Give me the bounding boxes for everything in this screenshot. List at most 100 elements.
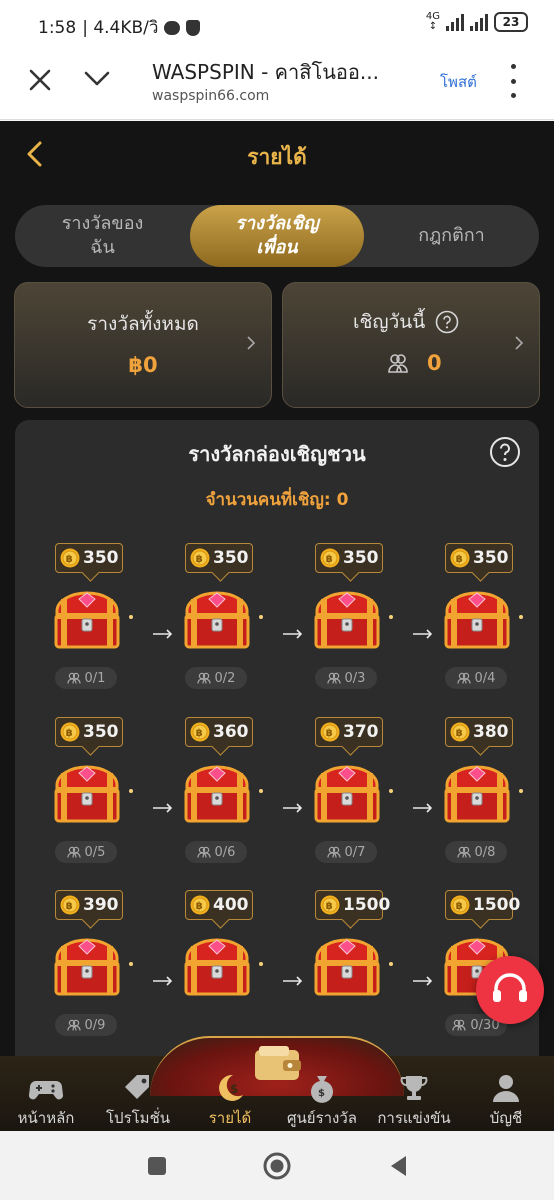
invite-box-panel: รางวัลกล่องเชิญชวน จำนวนคนที่เชิญ: 0 ฿ 35… <box>15 420 539 1131</box>
arrow-right-icon <box>153 803 173 813</box>
app-header: รายได้ <box>0 121 554 189</box>
chest-item[interactable]: ฿ 370 0/7 <box>307 717 397 877</box>
chest-item[interactable]: ฿ 400 <box>177 890 267 1050</box>
sparkle-icon <box>259 962 263 966</box>
treasure-chest-icon <box>314 765 380 823</box>
sparkle-icon <box>259 789 263 793</box>
coin-icon: ฿ <box>60 895 80 915</box>
tab-rules[interactable]: กฎกติกา <box>364 205 539 267</box>
invite-progress: 0/2 <box>185 667 247 689</box>
url-text[interactable]: waspspin66.com <box>152 88 269 104</box>
reward-badge: ฿ 1500 <box>315 890 390 920</box>
coin-icon: ฿ <box>320 895 340 915</box>
invite-progress: 0/6 <box>185 841 247 863</box>
help-icon[interactable] <box>435 310 459 334</box>
more-icon[interactable] <box>506 64 520 98</box>
chest-item[interactable]: ฿ 380 0/8 <box>437 717 527 877</box>
tab-invite-rewards[interactable]: รางวัลเชิญ เพื่อน <box>190 205 364 267</box>
svg-text:฿: ฿ <box>66 728 73 739</box>
arrow-right-icon <box>413 976 433 986</box>
support-button[interactable] <box>476 956 544 1024</box>
coin-icon: ฿ <box>60 722 80 742</box>
arrow-right-icon <box>283 803 303 813</box>
chest-item[interactable]: ฿ 390 0/9 <box>47 890 137 1050</box>
money-bag-icon: $ <box>311 1076 333 1103</box>
total-rewards-card[interactable]: รางวัลทั้งหมด ฿0 <box>14 282 272 408</box>
network-type: 4G ↕ <box>425 11 440 32</box>
invite-today-card[interactable]: เชิญวันนี้ 0 <box>282 282 540 408</box>
coin-icon: ฿ <box>190 895 210 915</box>
browser-bar: WASPSPIN - คาสิโนออ... waspspin66.com โพ… <box>0 48 554 120</box>
reward-value: 370 <box>343 722 379 742</box>
treasure-chest-icon <box>314 938 380 996</box>
reward-value: 390 <box>83 895 119 915</box>
home-icon[interactable] <box>262 1151 292 1181</box>
back-icon[interactable] <box>386 1153 412 1179</box>
chest-item[interactable]: ฿ 360 0/6 <box>177 717 267 877</box>
sparkle-icon <box>519 615 523 619</box>
chevron-right-icon <box>515 336 524 350</box>
nav-home[interactable]: หน้าหลัก <box>0 1073 92 1131</box>
chest-item[interactable]: ฿ 350 0/1 <box>47 543 137 703</box>
svg-text:฿: ฿ <box>196 554 203 565</box>
sparkle-icon <box>519 789 523 793</box>
chest-item[interactable]: ฿ 350 0/3 <box>307 543 397 703</box>
arrow-right-icon <box>153 976 173 986</box>
reward-badge: ฿ 370 <box>315 717 383 747</box>
invited-count: จำนวนคนที่เชิญ: 0 <box>205 490 349 510</box>
reward-value: 400 <box>213 895 249 915</box>
chest-item[interactable]: ฿ 350 0/2 <box>177 543 267 703</box>
close-icon[interactable] <box>26 66 54 94</box>
arrow-right-icon <box>283 976 303 986</box>
treasure-chest-icon <box>184 591 250 649</box>
svg-text:฿: ฿ <box>196 901 203 912</box>
page-title: รายได้ <box>247 145 307 169</box>
chat-icon <box>164 20 181 35</box>
reward-badge: ฿ 1500 <box>445 890 520 920</box>
gamepad-icon <box>29 1081 63 1100</box>
chest-item[interactable]: ฿ 350 0/4 <box>437 543 527 703</box>
nav-account[interactable]: บัญชี <box>460 1073 552 1131</box>
post-button[interactable]: โพสต์ <box>440 70 477 94</box>
arrow-right-icon <box>153 629 173 639</box>
svg-text:฿: ฿ <box>66 554 73 565</box>
invite-progress: 0/7 <box>315 841 377 863</box>
chest-item[interactable]: ฿ 350 0/5 <box>47 717 137 877</box>
coin-icon: ฿ <box>320 548 340 568</box>
tab-my-rewards[interactable]: รางวัลของ ฉัน <box>15 205 190 267</box>
svg-text:฿: ฿ <box>326 554 333 565</box>
recent-apps-icon[interactable] <box>144 1153 170 1179</box>
users-icon <box>456 672 471 684</box>
users-icon <box>326 672 341 684</box>
nav-promotions[interactable]: โปรโมชั่น <box>92 1073 184 1131</box>
coin-icon: ฿ <box>320 722 340 742</box>
battery-icon: 23 <box>494 12 528 32</box>
tab-bar: รางวัลของ ฉัน รางวัลเชิญ เพื่อน กฎกติกา <box>15 205 539 267</box>
status-bar: 1:58 | 4.4KB/วิ 4G ↕ 23 <box>0 0 554 48</box>
sparkle-icon <box>129 615 133 619</box>
treasure-chest-icon <box>184 938 250 996</box>
nav-reward-center[interactable]: $ ศูนย์รางวัล <box>276 1073 368 1131</box>
app-screen: รายได้ รางวัลของ ฉัน รางวัลเชิญ เพื่อน กฎก… <box>0 121 554 1131</box>
sparkle-icon <box>389 962 393 966</box>
nav-competition[interactable]: การแข่งขัน <box>368 1073 460 1131</box>
reward-value: 1500 <box>473 895 521 915</box>
help-icon[interactable] <box>489 436 521 468</box>
users-icon <box>388 354 408 373</box>
chest-item[interactable]: ฿ 1500 <box>307 890 397 1050</box>
treasure-chest-icon <box>54 591 120 649</box>
invite-today-value: 0 <box>427 351 442 375</box>
reward-value: 360 <box>213 722 249 742</box>
svg-text:฿: ฿ <box>326 901 333 912</box>
signal-2-icon <box>470 13 488 31</box>
nav-earnings[interactable]: $ รายได้ <box>184 1073 276 1131</box>
users-icon <box>66 1019 81 1031</box>
shield-icon <box>186 19 201 36</box>
reward-badge: ฿ 390 <box>55 890 123 920</box>
reward-value: 350 <box>473 548 509 568</box>
svg-text:฿: ฿ <box>456 901 463 912</box>
svg-text:฿: ฿ <box>456 728 463 739</box>
chevron-down-icon[interactable] <box>82 64 112 94</box>
coin-icon: ฿ <box>190 548 210 568</box>
invite-progress: 0/1 <box>55 667 117 689</box>
